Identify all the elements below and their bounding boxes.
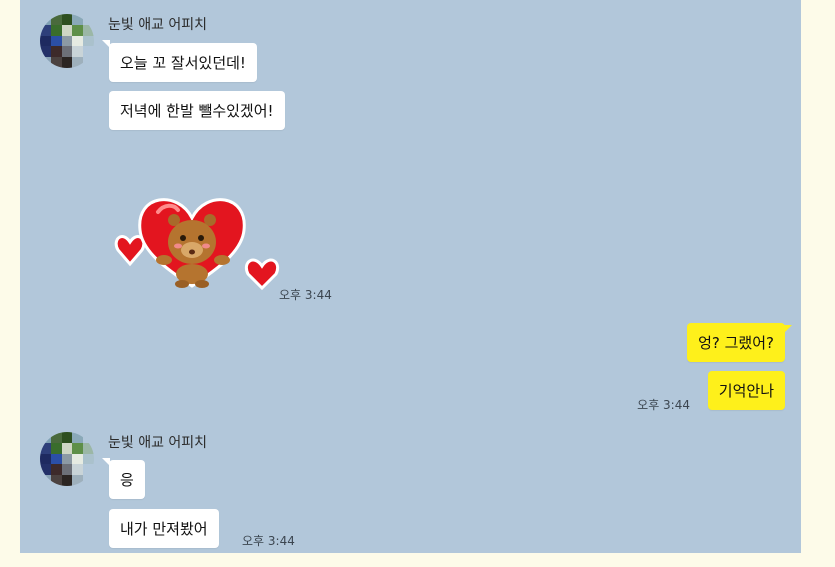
message-timestamp: 오후 3:44 — [637, 398, 690, 412]
message-timestamp: 오후 3:44 — [242, 534, 295, 548]
bubble-tail — [784, 325, 792, 333]
heart-bear-sticker-icon[interactable] — [112, 190, 282, 300]
chat-room: 눈빛 애교 어피치 오늘 꼬 잘서있던데! 저녁에 한발 뺄수있겠어! 오후 3… — [20, 0, 801, 553]
sender-avatar[interactable] — [40, 14, 94, 68]
incoming-message[interactable]: 내가 만져봤어 — [109, 509, 219, 548]
sender-name: 눈빛 애교 어피치 — [108, 17, 208, 33]
incoming-message[interactable]: 응 — [109, 460, 145, 499]
sender-avatar[interactable] — [40, 432, 94, 486]
outgoing-message[interactable]: 기억안나 — [707, 371, 785, 410]
sender-name: 눈빛 애교 어피치 — [108, 435, 208, 451]
outgoing-message[interactable]: 엉? 그랬어? — [687, 323, 785, 362]
incoming-message[interactable]: 저녁에 한발 뺄수있겠어! — [109, 91, 285, 130]
incoming-message[interactable]: 오늘 꼬 잘서있던데! — [109, 43, 257, 82]
message-timestamp: 오후 3:44 — [279, 288, 332, 302]
